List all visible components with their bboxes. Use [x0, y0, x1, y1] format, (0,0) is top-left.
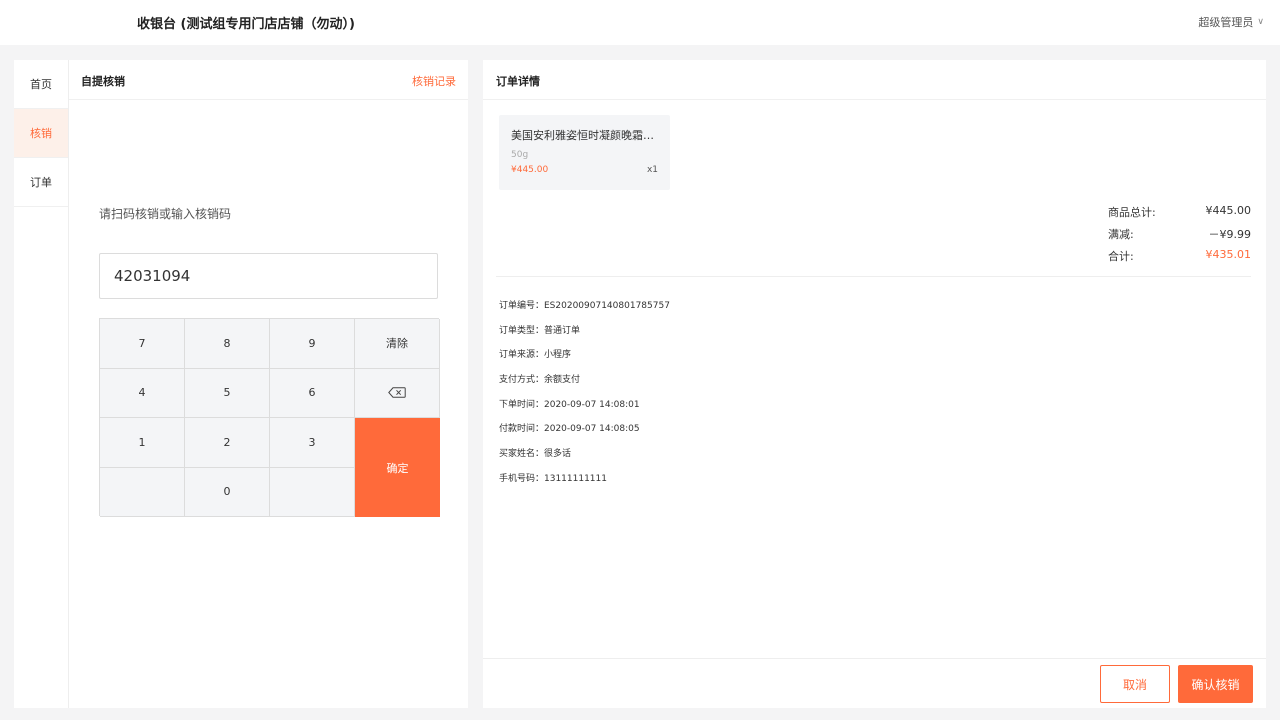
key-6[interactable]: 6: [270, 368, 355, 418]
clear-button[interactable]: 清除: [355, 319, 440, 369]
total-value: ¥445.00: [1205, 204, 1252, 217]
order-info-phone: 手机号码：13111111111: [499, 473, 607, 484]
total-row-subtotal: 商品总计: ¥445.00: [1108, 204, 1251, 226]
product-spec: 50g: [511, 150, 529, 160]
sidebar-item-home[interactable]: 首页: [14, 60, 68, 109]
product-card: 美国安利雅姿恒时凝颜晚霜… 50g ¥445.00 x1: [499, 115, 670, 190]
total-value: ¥435.01: [1205, 248, 1252, 261]
product-price: ¥445.00: [511, 165, 549, 175]
order-info-order-time: 下单时间：2020-09-07 14:08:01: [499, 399, 640, 410]
key-4[interactable]: 4: [100, 368, 185, 418]
order-info-number: 订单编号：ES20200907140801785757: [499, 301, 670, 311]
total-label: 商品总计:: [1108, 206, 1156, 219]
keypad: 7 8 9 清除 4 5 6 1 2 3 确定 0: [99, 318, 440, 517]
verify-panel-header: 自提核销 核销记录: [69, 60, 468, 100]
key-1[interactable]: 1: [100, 418, 185, 468]
verify-panel: 自提核销 核销记录 请扫码核销或输入核销码 7 8 9 清除 4 5 6 1 2…: [69, 60, 468, 708]
total-value: －¥9.99: [1208, 228, 1252, 241]
order-panel-header: 订单详情: [483, 60, 1266, 100]
sidebar-item-orders[interactable]: 订单: [14, 158, 68, 207]
order-info-pay-time: 付款时间：2020-09-07 14:08:05: [499, 424, 640, 435]
confirm-verify-button[interactable]: 确认核销: [1178, 665, 1253, 703]
key-8[interactable]: 8: [185, 319, 270, 369]
product-name: 美国安利雅姿恒时凝颜晚霜…: [511, 129, 654, 142]
footer-divider: [483, 658, 1266, 659]
chevron-down-icon: ∨: [1257, 17, 1264, 27]
key-7[interactable]: 7: [100, 319, 185, 369]
verify-records-link[interactable]: 核销记录: [412, 73, 456, 89]
key-3[interactable]: 3: [270, 418, 355, 468]
cancel-button[interactable]: 取消: [1100, 665, 1170, 703]
order-info-payment: 支付方式：余额支付: [499, 375, 581, 386]
order-info-buyer: 买家姓名：很多话: [499, 449, 572, 460]
backspace-button[interactable]: [355, 368, 440, 418]
divider: [496, 276, 1251, 277]
order-info-type: 订单类型：普通订单: [499, 325, 581, 336]
order-totals: 商品总计: ¥445.00 满减: －¥9.99 合计: ¥435.01: [1108, 204, 1251, 270]
verify-panel-title: 自提核销: [81, 75, 125, 88]
key-empty-left: [100, 467, 185, 517]
total-row-grand: 合计: ¥435.01: [1108, 248, 1251, 270]
total-label: 满减:: [1108, 228, 1134, 241]
product-qty: x1: [646, 165, 658, 175]
key-9[interactable]: 9: [270, 319, 355, 369]
total-row-discount: 满减: －¥9.99: [1108, 226, 1251, 248]
backspace-icon: [388, 387, 406, 398]
sidebar-item-verify[interactable]: 核销: [14, 109, 68, 158]
total-label: 合计:: [1108, 250, 1134, 263]
key-empty-right: [270, 467, 355, 517]
order-panel-title: 订单详情: [496, 75, 540, 88]
user-name: 超级管理员: [1198, 16, 1254, 29]
order-detail-panel: 订单详情 美国安利雅姿恒时凝颜晚霜… 50g ¥445.00 x1 商品总计: …: [483, 60, 1266, 708]
key-0[interactable]: 0: [185, 467, 270, 517]
sidebar: 首页 核销 订单: [14, 60, 69, 708]
top-bar: 收银台 (测试组专用门店店铺（勿动）) 超级管理员 ∨: [0, 0, 1280, 45]
user-menu[interactable]: 超级管理员 ∨: [1198, 14, 1264, 30]
verify-code-input[interactable]: [99, 253, 438, 299]
order-info-source: 订单来源：小程序: [499, 350, 572, 361]
order-info-list: 订单编号：ES20200907140801785757 订单类型：普通订单 订单…: [499, 298, 670, 496]
key-2[interactable]: 2: [185, 418, 270, 468]
verify-prompt: 请扫码核销或输入核销码: [99, 207, 232, 221]
page-title: 收银台 (测试组专用门店店铺（勿动）): [137, 17, 355, 32]
keypad-confirm-button[interactable]: 确定: [355, 418, 440, 517]
key-5[interactable]: 5: [185, 368, 270, 418]
